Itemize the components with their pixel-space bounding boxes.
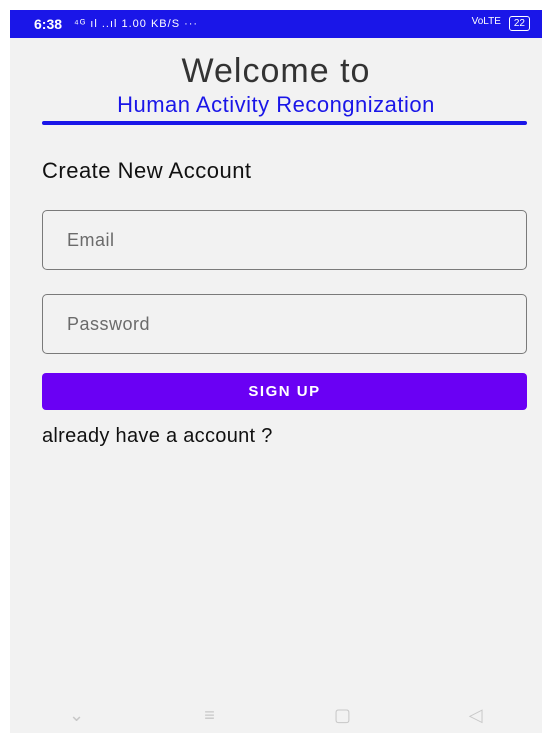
home-icon[interactable]: ▢ [323, 705, 363, 726]
password-field[interactable] [43, 295, 526, 353]
app-name: Human Activity Recongnization [117, 92, 435, 117]
chevron-down-icon[interactable]: ⌄ [57, 705, 97, 726]
welcome-heading: Welcome to [181, 52, 371, 90]
password-field-container [42, 294, 527, 354]
status-time: 6:38 [34, 16, 63, 32]
signup-button[interactable]: SIGN UP [42, 373, 527, 410]
status-bar: 6:38 ⁴ᴳ ıl ..ıl 1.00 KB/S ··· VoLTE 22 [10, 10, 542, 38]
navigation-bar: ⌄ ≡ ▢ ◁ [10, 697, 542, 733]
email-field-container [42, 210, 527, 270]
page-title: Create New Account [42, 158, 252, 183]
volte-icon: VoLTE [471, 16, 501, 27]
app-screen: 6:38 ⁴ᴳ ıl ..ıl 1.00 KB/S ··· VoLTE 22 W… [10, 10, 542, 733]
back-icon[interactable]: ◁ [456, 705, 496, 726]
menu-icon[interactable]: ≡ [190, 705, 230, 726]
status-indicators: ⁴ᴳ ıl ..ıl 1.00 KB/S ··· [74, 18, 199, 30]
battery-icon: 22 [508, 16, 530, 31]
login-link[interactable]: already have a account ? [42, 425, 273, 448]
status-right: VoLTE 22 [472, 16, 530, 31]
title-underline [42, 121, 527, 125]
email-field[interactable] [43, 211, 526, 269]
